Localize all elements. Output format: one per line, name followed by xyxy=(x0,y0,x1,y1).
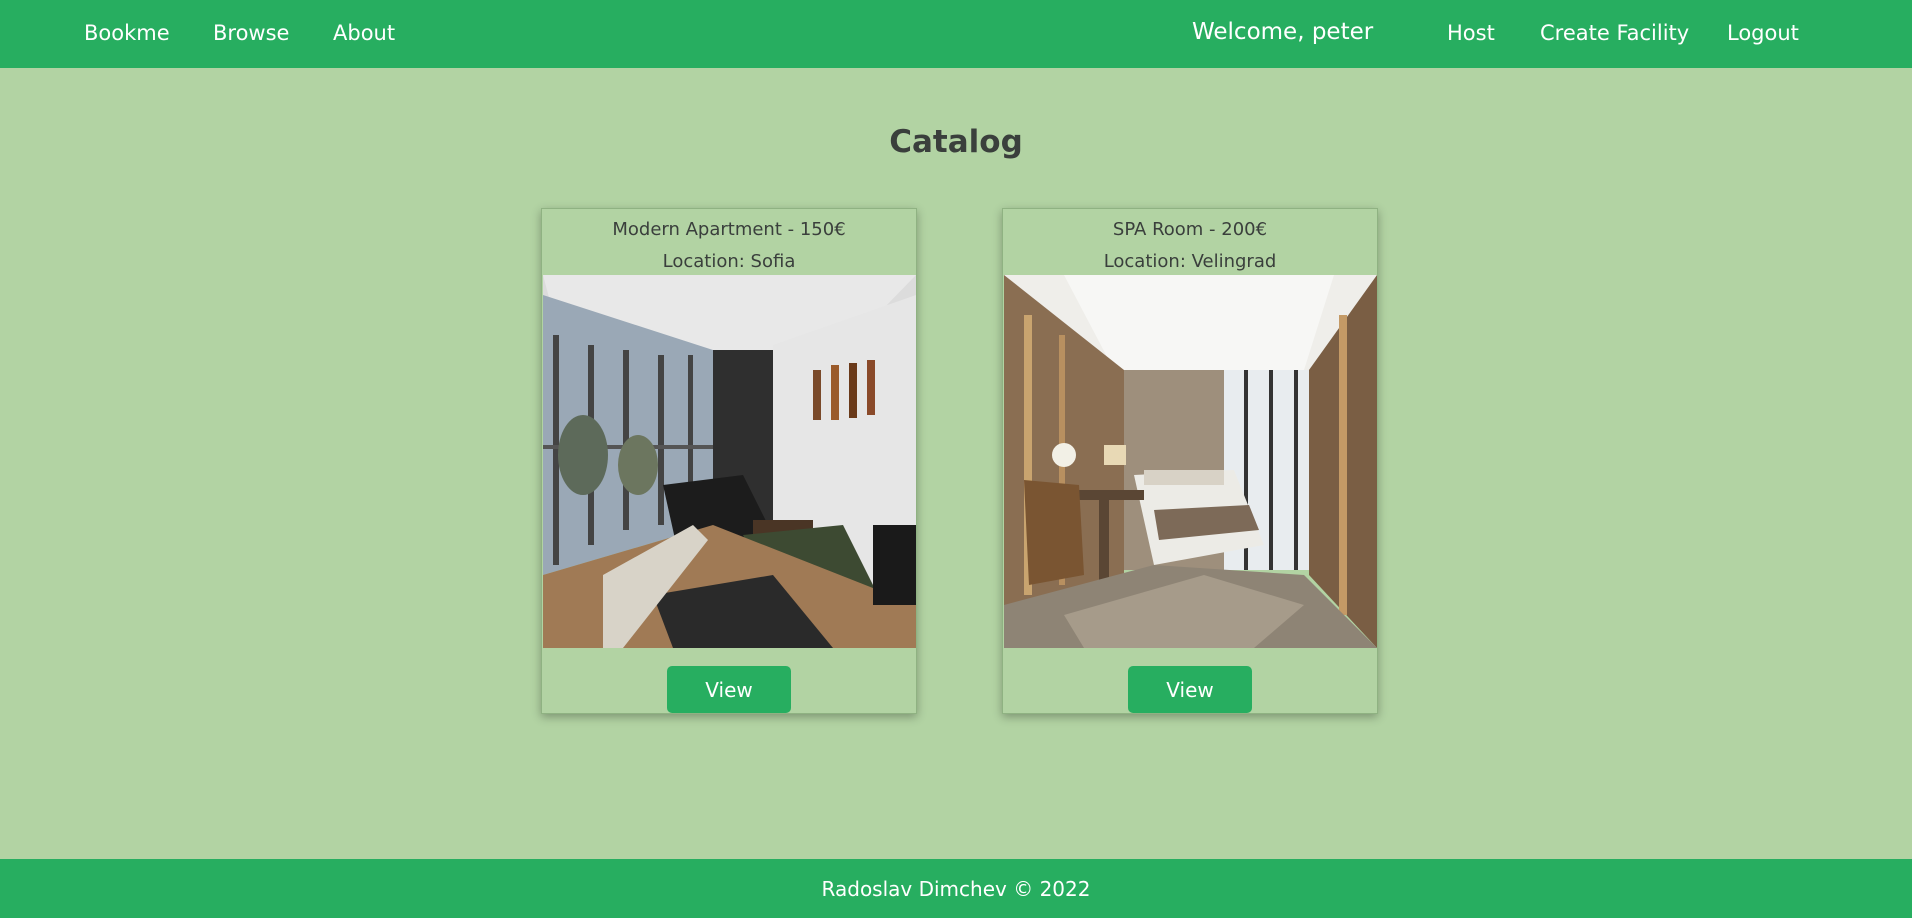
nav-browse-link[interactable]: Browse xyxy=(213,0,289,68)
apartment-living-room-photo xyxy=(543,275,916,648)
nav-create-facility-link[interactable]: Create Facility xyxy=(1540,0,1689,68)
nav-logout-link[interactable]: Logout xyxy=(1727,0,1799,68)
facility-card: SPA Room - 200€ Location: Velingrad View xyxy=(1002,208,1378,714)
footer-copyright: Radoslav Dimchev © 2022 xyxy=(821,877,1091,901)
facility-card-title: SPA Room - 200€ xyxy=(1112,219,1268,240)
page-title: Catalog xyxy=(889,124,1023,160)
facility-card-location: Location: Sofia xyxy=(662,251,796,272)
facility-card: Modern Apartment - 150€ Location: Sofia xyxy=(541,208,917,714)
nav-brand-bookme[interactable]: Bookme xyxy=(84,0,170,68)
view-button[interactable]: View xyxy=(667,666,791,713)
nav-about-link[interactable]: About xyxy=(333,0,395,68)
page-footer: Radoslav Dimchev © 2022 xyxy=(0,859,1912,918)
hotel-bedroom-photo xyxy=(1004,275,1377,648)
top-navbar: Bookme Browse About Welcome, peter Host … xyxy=(0,0,1912,68)
view-button[interactable]: View xyxy=(1128,666,1252,713)
facility-card-title: Modern Apartment - 150€ xyxy=(612,219,846,240)
facility-card-location: Location: Velingrad xyxy=(1103,251,1277,272)
welcome-message: Welcome, peter xyxy=(1192,19,1374,45)
nav-host-link[interactable]: Host xyxy=(1447,0,1495,68)
